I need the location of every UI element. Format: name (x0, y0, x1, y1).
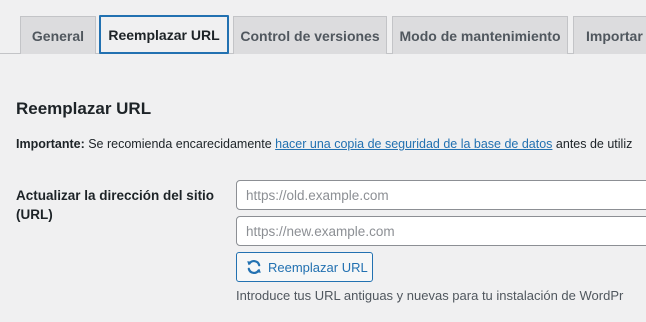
tab-general[interactable]: General (20, 16, 96, 54)
tab-modo-de-mantenimiento[interactable]: Modo de mantenimiento (392, 16, 568, 54)
help-text: Introduce tus URL antiguas y nuevas para… (236, 288, 624, 303)
tab-control-de-versiones[interactable]: Control de versiones (233, 16, 387, 54)
replace-url-button-label: Reemplazar URL (268, 259, 368, 275)
settings-tabs: General Reemplazar URL Control de versio… (0, 0, 646, 54)
old-url-input[interactable] (236, 180, 646, 210)
notice-strong: Importante: (16, 137, 85, 151)
section-title: Reemplazar URL (16, 99, 152, 118)
tab-reemplazar-url[interactable]: Reemplazar URL (99, 15, 229, 54)
backup-database-link[interactable]: hacer una copia de seguridad de la base … (275, 137, 552, 151)
backup-notice: Importante: Se recomienda encarecidament… (16, 137, 646, 151)
notice-text-before: Se recomienda encarecidamente (84, 137, 276, 151)
notice-text-after: antes de utiliz (552, 137, 633, 151)
refresh-icon (246, 259, 262, 275)
tab-importar[interactable]: Importar / (573, 16, 646, 54)
new-url-input[interactable] (236, 216, 646, 246)
site-url-label: Actualizar la dirección del sitio (URL) (16, 188, 215, 222)
replace-url-button[interactable]: Reemplazar URL (236, 252, 373, 282)
